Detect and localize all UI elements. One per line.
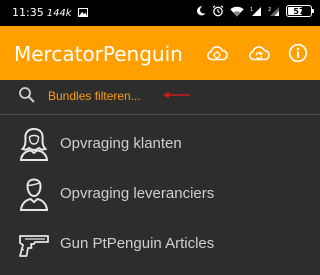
app-bar: MercatorPenguin (0, 26, 320, 80)
search-icon (19, 87, 35, 103)
list-item-label: Opvraging klanten (60, 135, 182, 152)
network-speed: 144k (46, 8, 72, 19)
search-bar[interactable]: Bundles filteren... (0, 80, 320, 114)
svg-text:2: 2 (268, 7, 271, 13)
moon-icon (197, 6, 206, 16)
battery-indicator: 57 (286, 5, 314, 17)
status-time: 11:35 (12, 6, 44, 19)
svg-text:1: 1 (250, 7, 253, 13)
cloud-settings-icon (207, 46, 228, 61)
man-avatar-icon (19, 178, 49, 211)
gallery-notification-icon (78, 8, 89, 17)
search-input[interactable]: Bundles filteren... (48, 89, 141, 103)
list-item[interactable]: Opvraging leveranciers (0, 168, 320, 218)
alarm-clock-icon (212, 5, 224, 17)
cloud-settings-button[interactable] (205, 41, 229, 65)
info-button[interactable] (286, 41, 310, 65)
info-icon (288, 43, 308, 63)
list-item-label: Opvraging leveranciers (60, 185, 215, 202)
signal-icon-1: 1 (250, 6, 261, 16)
list-item[interactable]: Gun PtPenguin Articles (0, 218, 320, 268)
app-title: MercatorPenguin (14, 42, 183, 66)
cloud-sync-icon (249, 46, 270, 61)
status-left: 11:35 144k (12, 6, 89, 19)
list-item[interactable]: Opvraging klanten (0, 118, 320, 168)
wifi-icon (230, 6, 244, 16)
cloud-sync-button[interactable] (247, 41, 271, 65)
search-divider (0, 114, 320, 115)
gun-icon (19, 235, 49, 257)
woman-avatar-icon (19, 127, 49, 161)
status-icons: 1 2 57 (196, 5, 314, 17)
list-item-label: Gun PtPenguin Articles (60, 235, 215, 252)
battery-level: 57 (293, 6, 305, 16)
signal-icon-2: 2 (268, 6, 279, 16)
status-bar: 11:35 144k 1 2 57 (0, 0, 320, 26)
annotation-arrow-icon (163, 91, 190, 99)
